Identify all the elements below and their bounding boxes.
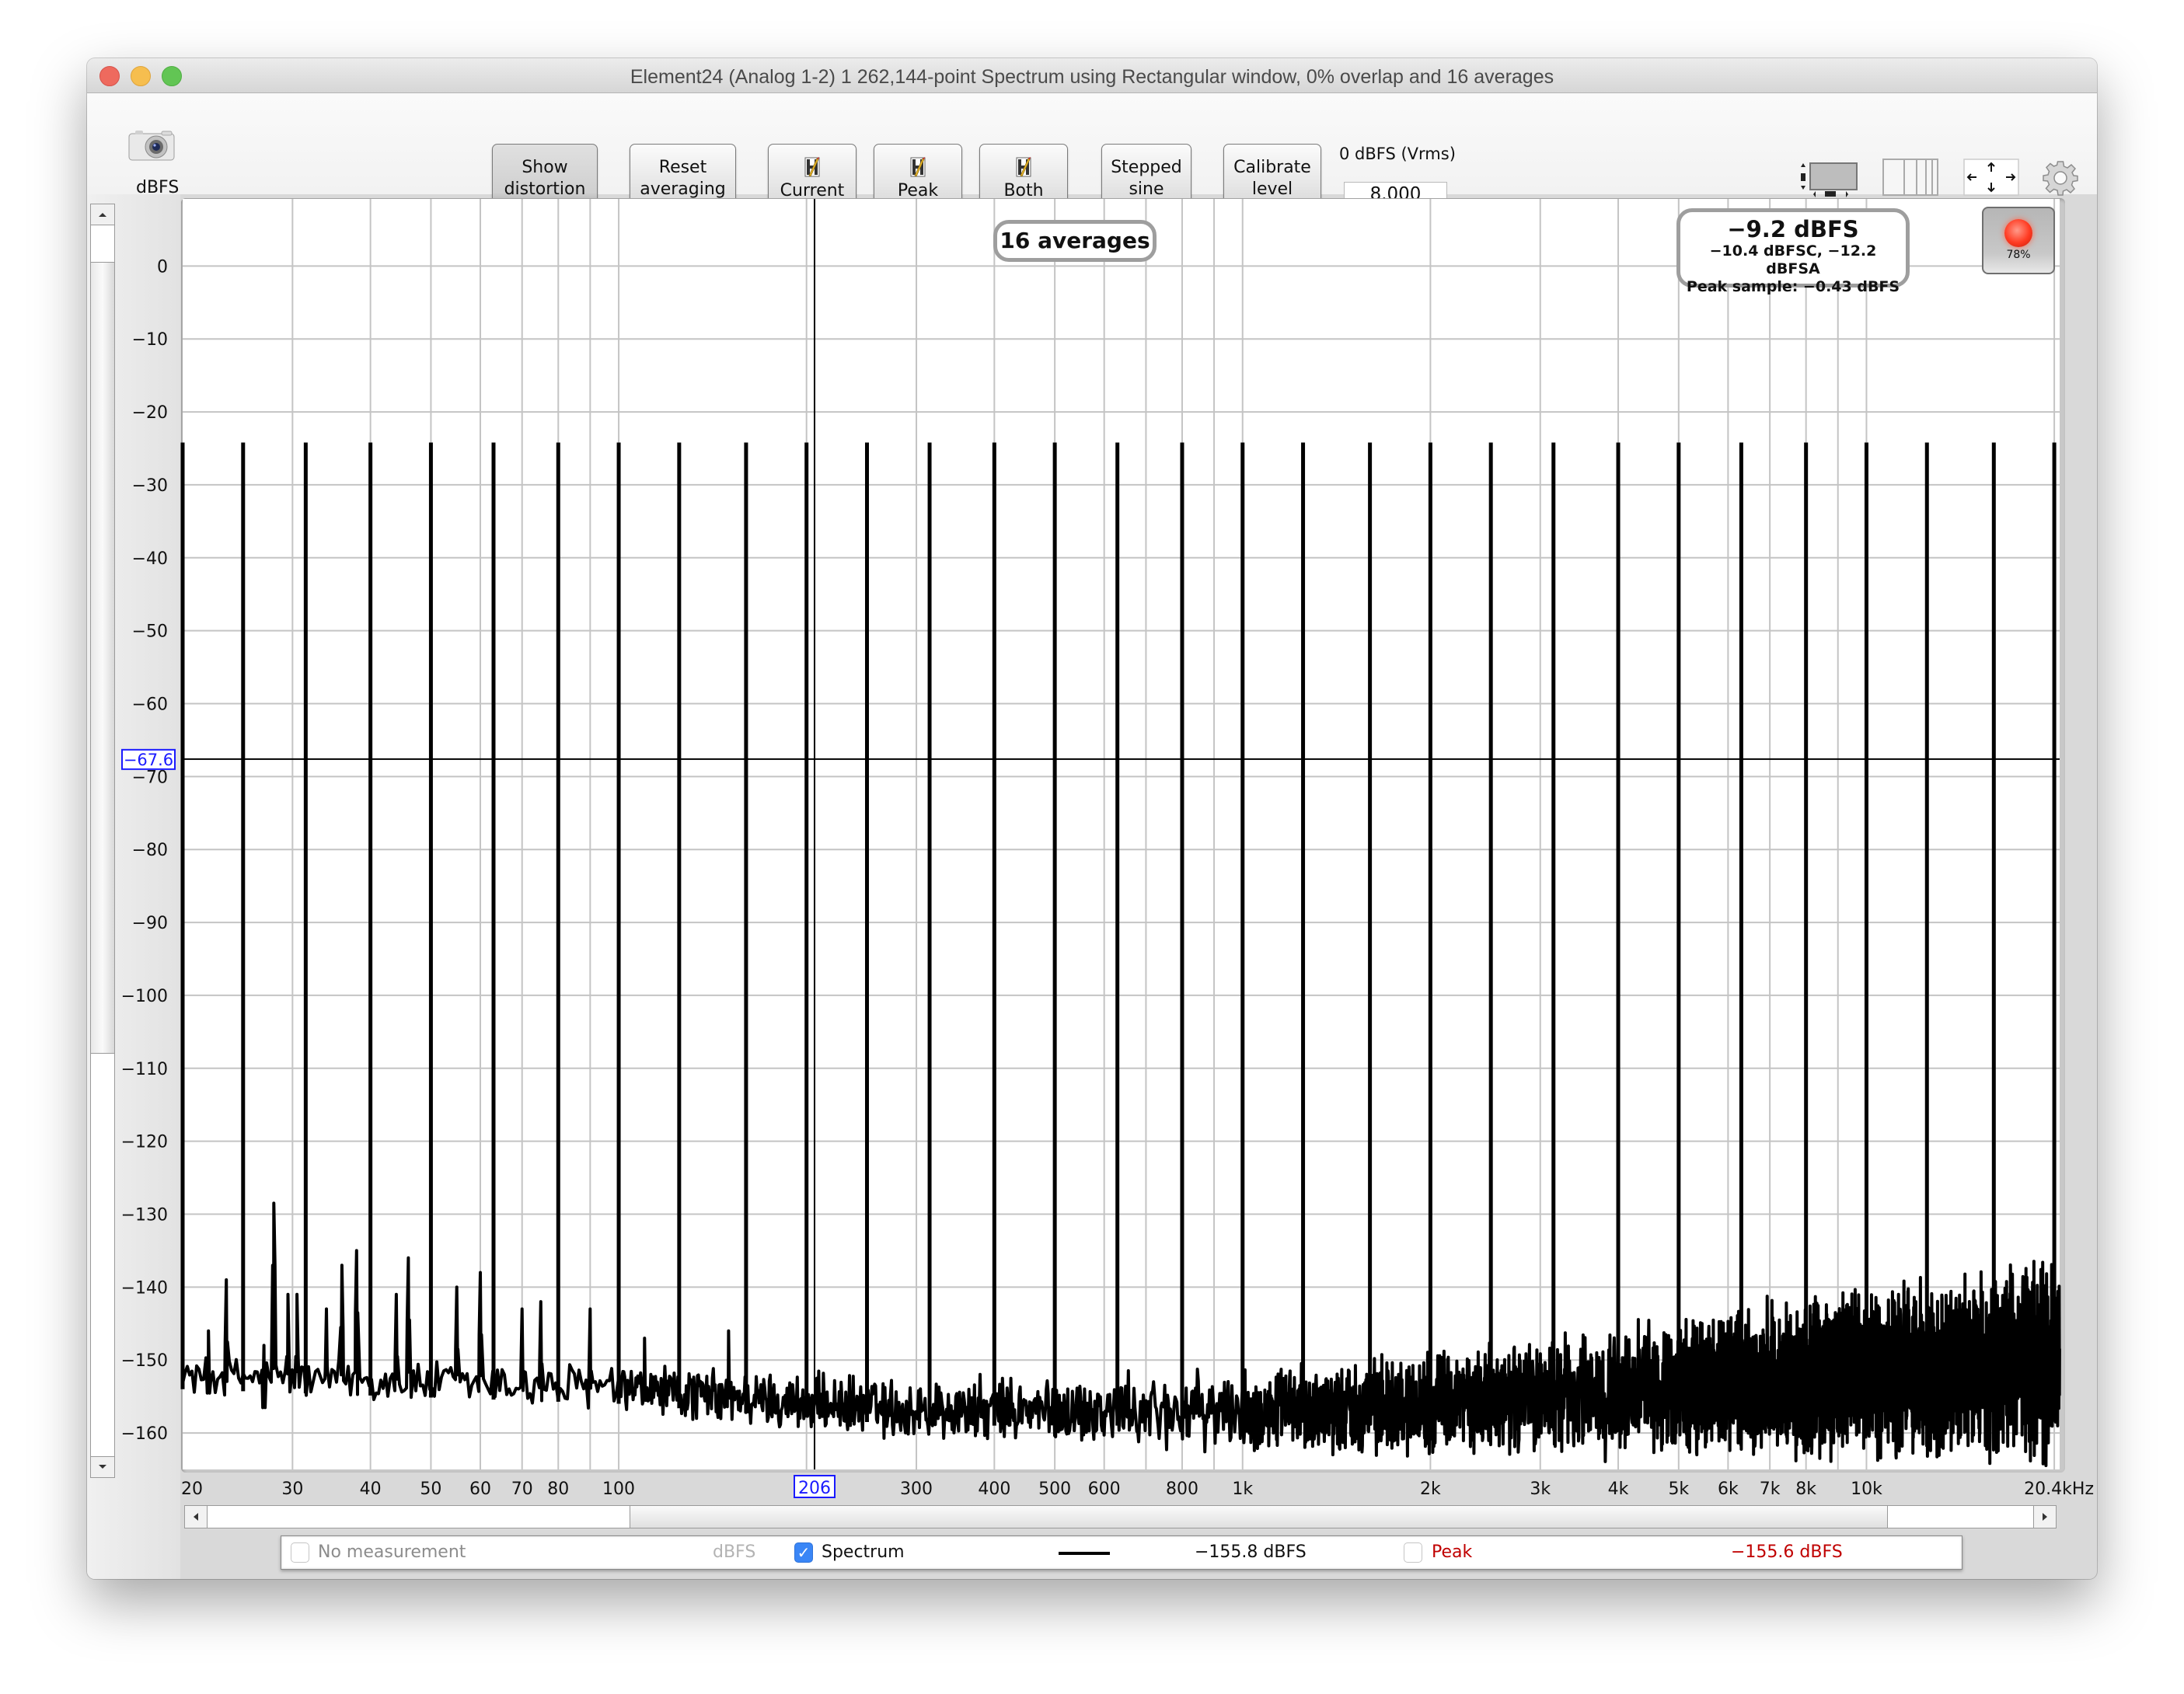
spectrum-line-swatch (1059, 1552, 1110, 1555)
plot-area (183, 199, 2060, 1469)
no-measurement-checkbox[interactable] (291, 1542, 309, 1563)
level-readout-peak-sample: Peak sample: −0.43 dBFS (1686, 278, 1900, 295)
horizontal-scrollbar[interactable] (184, 1505, 2057, 1528)
x-tick-label: 70 (511, 1480, 533, 1499)
legend-item-unit: dBFS (713, 1542, 756, 1562)
x-tick-label: 6k (1718, 1480, 1739, 1499)
y-tick-label: −20 (132, 403, 168, 423)
x-tick-label: 50 (420, 1480, 441, 1499)
level-readout: −9.2 dBFS −10.4 dBFSC, −12.2 dBFSA Peak … (1676, 208, 1910, 295)
x-tick-label: 20.4kHz (2024, 1480, 2094, 1499)
y-tick-label: −120 (121, 1133, 168, 1152)
cursor-y-label: −67.6 (124, 751, 173, 769)
x-tick-label: 7k (1760, 1480, 1781, 1499)
level-meter-button[interactable]: 78% (1982, 207, 2055, 274)
y-tick-label: −80 (132, 841, 168, 860)
spectrum-checkbox[interactable]: ✓ (794, 1542, 813, 1563)
x-tick-label: 1k (1232, 1480, 1253, 1499)
legend-item-value: −155.8 dBFS (1195, 1542, 1307, 1562)
level-readout-main: −9.2 dBFS (1727, 216, 1859, 242)
legend-bar: No measurement dBFS ✓ Spectrum −155.8 dB… (281, 1535, 1962, 1570)
scroll-track-left[interactable] (208, 1506, 630, 1528)
x-tick-label: 800 (1166, 1480, 1198, 1499)
x-tick-label: 500 (1038, 1480, 1071, 1499)
y-tick-label: −160 (121, 1424, 168, 1444)
level-readout-weighted: −10.4 dBFSC, −12.2 dBFSA (1709, 242, 1877, 277)
y-tick-label: 0 (157, 257, 168, 277)
y-tick-label: −70 (132, 768, 168, 787)
x-tick-label: 8k (1795, 1480, 1816, 1499)
x-tick-label: 3k (1530, 1480, 1551, 1499)
overload-indicator-icon (2004, 219, 2032, 247)
y-tick-label: −150 (121, 1351, 168, 1371)
legend-item-value: −155.6 dBFS (1731, 1542, 1843, 1562)
scroll-left-button[interactable] (185, 1506, 208, 1528)
peak-checkbox[interactable] (1404, 1542, 1422, 1563)
y-tick-label: −130 (121, 1205, 168, 1225)
x-tick-label: 400 (978, 1480, 1010, 1499)
x-tick-label: 5k (1668, 1480, 1689, 1499)
x-tick-label: 20 (181, 1480, 203, 1499)
y-tick-label: −30 (132, 476, 168, 496)
y-tick-label: −100 (121, 987, 168, 1006)
y-tick-label: −40 (132, 549, 168, 569)
x-tick-label: 60 (469, 1480, 491, 1499)
y-tick-label: −60 (132, 695, 168, 714)
app-window: Element24 (Analog 1-2) 1 262,144-point S… (87, 58, 2097, 1579)
averages-badge: 16 averages (993, 220, 1157, 262)
x-tick-label: 600 (1088, 1480, 1121, 1499)
x-tick-label: 40 (360, 1480, 382, 1499)
y-tick-label: −110 (121, 1060, 168, 1079)
legend-item-label: Spectrum (822, 1542, 905, 1562)
x-tick-label: 2k (1420, 1480, 1441, 1499)
y-tick-label: −50 (132, 622, 168, 642)
level-meter-percent: 78% (2006, 249, 2031, 261)
y-tick-label: −10 (132, 330, 168, 350)
x-tick-label: 10k (1851, 1480, 1882, 1499)
x-tick-label: 300 (900, 1480, 933, 1499)
x-tick-label: 80 (547, 1480, 569, 1499)
cursor-x-label: 206 (798, 1479, 831, 1498)
legend-item-label: No measurement (318, 1542, 466, 1562)
x-tick-label: 30 (281, 1480, 303, 1499)
x-tick-label: 100 (602, 1480, 635, 1499)
scroll-right-button[interactable] (2033, 1506, 2056, 1528)
scroll-track-right[interactable] (1887, 1506, 2036, 1528)
x-tick-label: 4k (1608, 1480, 1629, 1499)
legend-item-label: Peak (1432, 1542, 1473, 1562)
y-tick-label: −90 (132, 914, 168, 933)
y-tick-label: −140 (121, 1278, 168, 1298)
